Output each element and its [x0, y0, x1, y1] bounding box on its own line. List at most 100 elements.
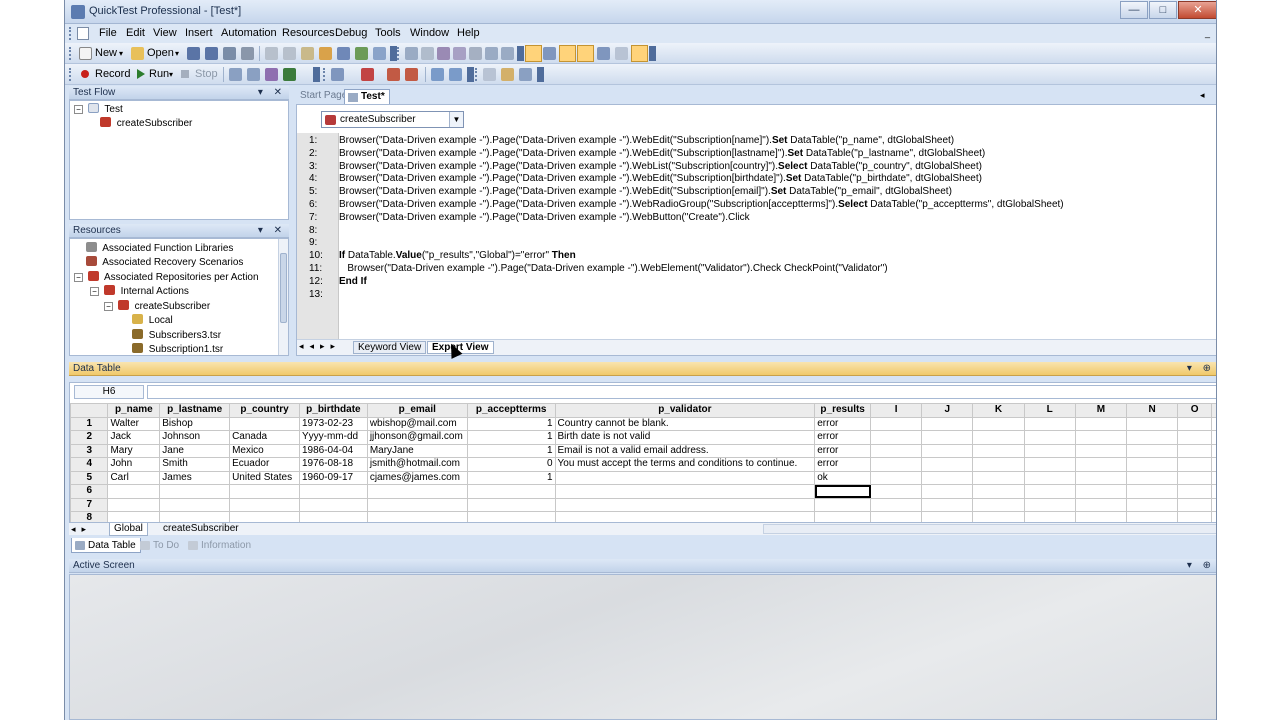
formula-bar[interactable] — [147, 385, 1216, 399]
table-cell[interactable]: jjhonson@gmail.com — [366, 430, 468, 445]
tree-item-subscription1[interactable]: Subscription1.tsr — [132, 343, 223, 355]
active-screen-pane-controls[interactable]: ▾ ⊕ — [1187, 559, 1215, 573]
print-preview-icon[interactable] — [223, 47, 236, 60]
tab-navigation-icons[interactable]: ◂◂▸▸ — [299, 341, 341, 352]
table-cell[interactable]: United States — [229, 470, 300, 485]
save-icon[interactable] — [187, 47, 200, 60]
expert-view-editor[interactable]: createSubscriber ▼ 1: 2: 3: 4: 5: 6: 7: 8: 9: 10:… — [296, 104, 1216, 356]
table-cell[interactable]: Birth date is not valid — [554, 430, 816, 445]
table-cell[interactable]: 1960-09-17 — [298, 470, 368, 485]
call-action-icon[interactable] — [387, 68, 400, 81]
table-cell[interactable] — [1126, 484, 1179, 499]
table-cell[interactable] — [298, 484, 368, 499]
checkpoint-icon[interactable] — [373, 47, 386, 60]
table-cell[interactable] — [1074, 443, 1128, 458]
comment-icon[interactable] — [485, 47, 498, 60]
collapse-icon[interactable]: − — [90, 287, 99, 296]
menu-automation[interactable]: Automation — [221, 27, 277, 39]
table-cell[interactable] — [921, 457, 974, 472]
table-cell[interactable]: James — [159, 470, 231, 485]
code-line[interactable]: Browser("Data-Driven example -").Page("D… — [339, 172, 982, 185]
table-cell[interactable] — [1211, 443, 1216, 458]
table-cell[interactable] — [870, 484, 923, 499]
code-line[interactable]: End If — [339, 275, 367, 288]
code-line[interactable]: Browser("Data-Driven example -").Page("D… — [339, 185, 952, 198]
object-spy-icon[interactable] — [355, 47, 368, 60]
sheet-navigation-icons[interactable]: ◂▸ — [71, 523, 92, 535]
active-screen-toggle-icon[interactable] — [577, 45, 594, 62]
table-cell[interactable]: 1986-04-04 — [298, 443, 368, 458]
table-cell[interactable] — [159, 497, 231, 512]
run-button[interactable]: Run — [149, 67, 169, 82]
active-screen-pane[interactable] — [69, 574, 1216, 720]
row-number[interactable]: 5 — [69, 470, 109, 485]
tree-item-createsubscriber-action[interactable]: − createSubscriber — [104, 300, 210, 313]
tab-to-do[interactable]: To Do — [137, 538, 183, 553]
code-line[interactable]: Browser("Data-Driven example -").Page("D… — [339, 147, 985, 160]
table-cell[interactable] — [972, 443, 1025, 458]
table-cell[interactable] — [298, 497, 368, 512]
column-header[interactable]: p_birthdate — [298, 403, 368, 418]
table-cell[interactable] — [921, 470, 974, 485]
tab-scroll-left-icon[interactable]: ◂ — [1200, 90, 1205, 101]
step-into-icon[interactable] — [431, 68, 444, 81]
low-level-recording-icon[interactable] — [247, 68, 260, 81]
tab-test[interactable]: Test* — [344, 89, 390, 104]
collapse-icon[interactable]: − — [74, 273, 83, 282]
table-cell[interactable] — [1074, 430, 1128, 445]
debug-viewer-icon[interactable] — [597, 47, 610, 60]
menu-tools[interactable]: Tools — [375, 27, 401, 39]
table-cell[interactable]: 0 — [466, 457, 556, 472]
toolbar-grip[interactable] — [69, 27, 72, 40]
table-cell[interactable] — [1023, 430, 1076, 445]
table-cell[interactable]: 1976-08-18 — [298, 457, 368, 472]
table-cell[interactable] — [1211, 484, 1216, 499]
table-cell[interactable]: Johnson — [159, 430, 231, 445]
table-cell[interactable]: Jane — [159, 443, 231, 458]
table-cell[interactable] — [921, 443, 974, 458]
table-cell[interactable] — [921, 416, 974, 431]
table-cell[interactable]: cjames@james.com — [366, 470, 468, 485]
run-dropdown-icon[interactable]: ▾ — [169, 67, 173, 82]
menu-help[interactable]: Help — [457, 27, 480, 39]
replace-icon[interactable] — [453, 47, 466, 60]
table-cell[interactable]: Carl — [107, 470, 161, 485]
menu-debug[interactable]: Debug — [335, 27, 367, 39]
record-button[interactable]: Record — [95, 67, 130, 82]
table-cell[interactable] — [1126, 470, 1179, 485]
table-cell[interactable]: Canada — [229, 430, 300, 445]
cell-reference-box[interactable]: H6 — [74, 385, 144, 399]
toolbar-grip[interactable] — [323, 68, 326, 81]
table-cell[interactable] — [1211, 416, 1216, 431]
toolbar-overflow-icon[interactable] — [313, 67, 320, 82]
minimize-button[interactable]: — — [1120, 1, 1148, 19]
collapse-icon[interactable]: − — [74, 105, 83, 114]
find-icon[interactable] — [437, 47, 450, 60]
table-row[interactable]: 1 Walter Bishop 1973-02-23 wbishop@mail.com 1… — [69, 416, 1216, 431]
tree-item-createsubscriber[interactable]: createSubscriber — [100, 117, 192, 130]
tab-keyword-view[interactable]: Keyword View — [353, 341, 427, 354]
column-header[interactable]: I — [870, 403, 923, 418]
table-cell[interactable] — [1177, 443, 1212, 458]
table-cell[interactable] — [1177, 484, 1212, 499]
table-cell[interactable]: wbishop@mail.com — [366, 416, 468, 431]
test-flow-pane-controls[interactable]: ▾ ✕ — [258, 86, 286, 100]
toolbar-grip[interactable] — [69, 47, 72, 60]
table-cell[interactable] — [921, 484, 974, 499]
code-line[interactable]: If DataTable.Value("p_results","Global")… — [339, 249, 576, 262]
table-cell[interactable]: MaryJane — [366, 443, 468, 458]
table-cell[interactable]: Jack — [107, 430, 161, 445]
insert-step-icon[interactable] — [331, 68, 344, 81]
row-number[interactable]: 7 — [69, 497, 109, 512]
table-cell[interactable] — [466, 497, 556, 512]
sheet-tab-createsubscriber[interactable]: createSubscriber — [159, 523, 243, 535]
table-cell[interactable] — [921, 497, 974, 512]
table-cell[interactable] — [972, 430, 1025, 445]
open-button[interactable]: Open — [147, 46, 174, 61]
table-cell[interactable] — [1023, 443, 1076, 458]
menu-file[interactable]: File — [99, 27, 117, 39]
data-table-toggle-icon[interactable] — [559, 45, 576, 62]
table-cell[interactable] — [870, 416, 923, 431]
table-cell[interactable] — [1074, 484, 1128, 499]
undo-icon[interactable] — [405, 47, 418, 60]
